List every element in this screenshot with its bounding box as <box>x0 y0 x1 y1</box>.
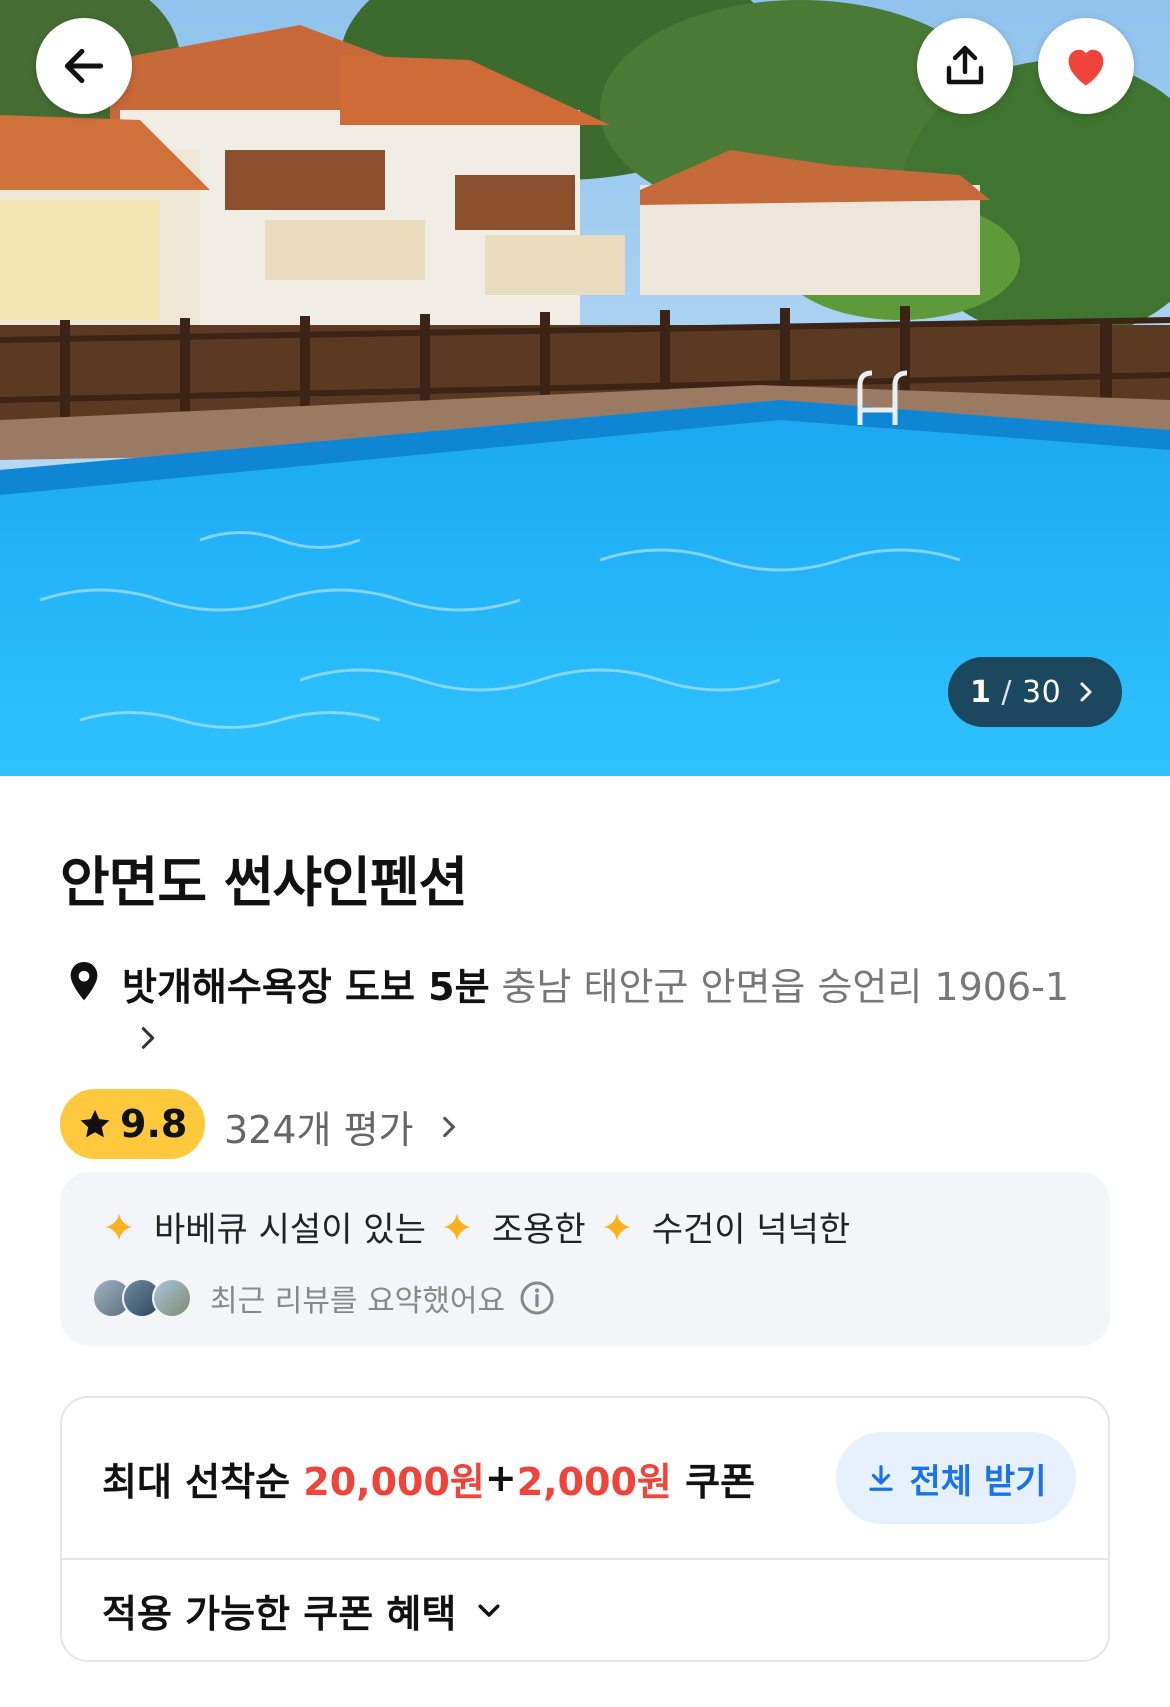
download-icon <box>868 1465 893 1491</box>
review-summary-caption: 최근 리뷰를 요약했어요 <box>210 1284 506 1319</box>
review-summary-box: 바베큐 시설이 있는 조용한 수건이 넉넉한 최근 리뷰를 요약했어요 <box>60 1172 1110 1346</box>
property-title: 안면도 썬샤인펜션 <box>60 851 468 914</box>
keyword-tag-label: 수건이 넉넉한 <box>651 1210 851 1250</box>
coupon-card: 최대 선착순 20,000원 + 2,000원 쿠폰 전체 받기 적용 가능한 … <box>60 1396 1110 1662</box>
coupon-suffix: 쿠폰 <box>671 1459 756 1504</box>
photo-counter-separator: / <box>1001 674 1012 710</box>
keyword-tags: 바베큐 시설이 있는 조용한 수건이 넉넉한 <box>104 1202 866 1251</box>
beach-walk-info: 밧개해수욕장 도보 5분 <box>122 965 490 1009</box>
coupon-headline: 최대 선착순 20,000원 + 2,000원 쿠폰 <box>102 1398 755 1558</box>
chevron-right-icon[interactable] <box>134 1022 162 1054</box>
keyword-tag-label: 조용한 <box>491 1210 586 1250</box>
keyword-tag: 조용한 <box>442 1202 586 1251</box>
photo-counter-current: 1 <box>970 674 992 710</box>
address-text: 충남 태안군 안면읍 승언리 1906-1 <box>501 965 1070 1009</box>
map-pin-icon <box>70 962 98 1001</box>
rating-badge: 9.8 <box>60 1089 205 1159</box>
chevron-right-icon <box>1080 682 1092 702</box>
coupon-prefix: 최대 선착순 <box>102 1459 304 1504</box>
sparkle-icon <box>602 1212 631 1241</box>
reviewer-avatars <box>92 1278 192 1318</box>
review-summary-caption-row: 최근 리뷰를 요약했어요 <box>92 1276 555 1320</box>
keyword-tag: 바베큐 시설이 있는 <box>104 1202 426 1251</box>
chevron-right-icon <box>442 1116 455 1137</box>
photo-counter-total: 30 <box>1021 674 1062 710</box>
star-icon <box>80 1109 110 1138</box>
heart-icon <box>1068 49 1104 86</box>
download-all-coupons-button[interactable]: 전체 받기 <box>836 1432 1076 1524</box>
coupon-amount-2: 2,000원 <box>516 1459 672 1504</box>
share-button[interactable] <box>917 18 1013 114</box>
download-all-label: 전체 받기 <box>909 1461 1047 1502</box>
sparkle-icon <box>443 1212 471 1241</box>
info-icon[interactable] <box>519 1280 555 1316</box>
arrow-left-icon <box>64 48 104 84</box>
review-count: 324개 평가 <box>224 1108 414 1152</box>
coupon-amount-1: 20,000원 <box>303 1459 485 1504</box>
back-button[interactable] <box>36 18 132 114</box>
chevron-down-icon <box>478 1604 500 1617</box>
photo-counter[interactable]: 1 / 30 <box>948 657 1122 727</box>
coupon-plus: + <box>484 1456 517 1500</box>
share-icon <box>946 45 984 85</box>
keyword-tag-label: 바베큐 시설이 있는 <box>154 1210 426 1250</box>
avatar <box>152 1278 192 1318</box>
like-button[interactable] <box>1038 18 1134 114</box>
reviews-link[interactable]: 324개 평가 <box>224 1099 462 1154</box>
coupon-benefits-toggle[interactable]: 적용 가능한 쿠폰 혜택 <box>102 1558 504 1662</box>
keyword-tag: 수건이 넉넉한 <box>602 1202 851 1251</box>
coupon-benefits-label: 적용 가능한 쿠폰 혜택 <box>102 1591 457 1636</box>
rating-score: 9.8 <box>120 1102 188 1146</box>
hero-photo[interactable]: 1 / 30 <box>0 0 1170 776</box>
sparkle-icon <box>105 1212 133 1241</box>
